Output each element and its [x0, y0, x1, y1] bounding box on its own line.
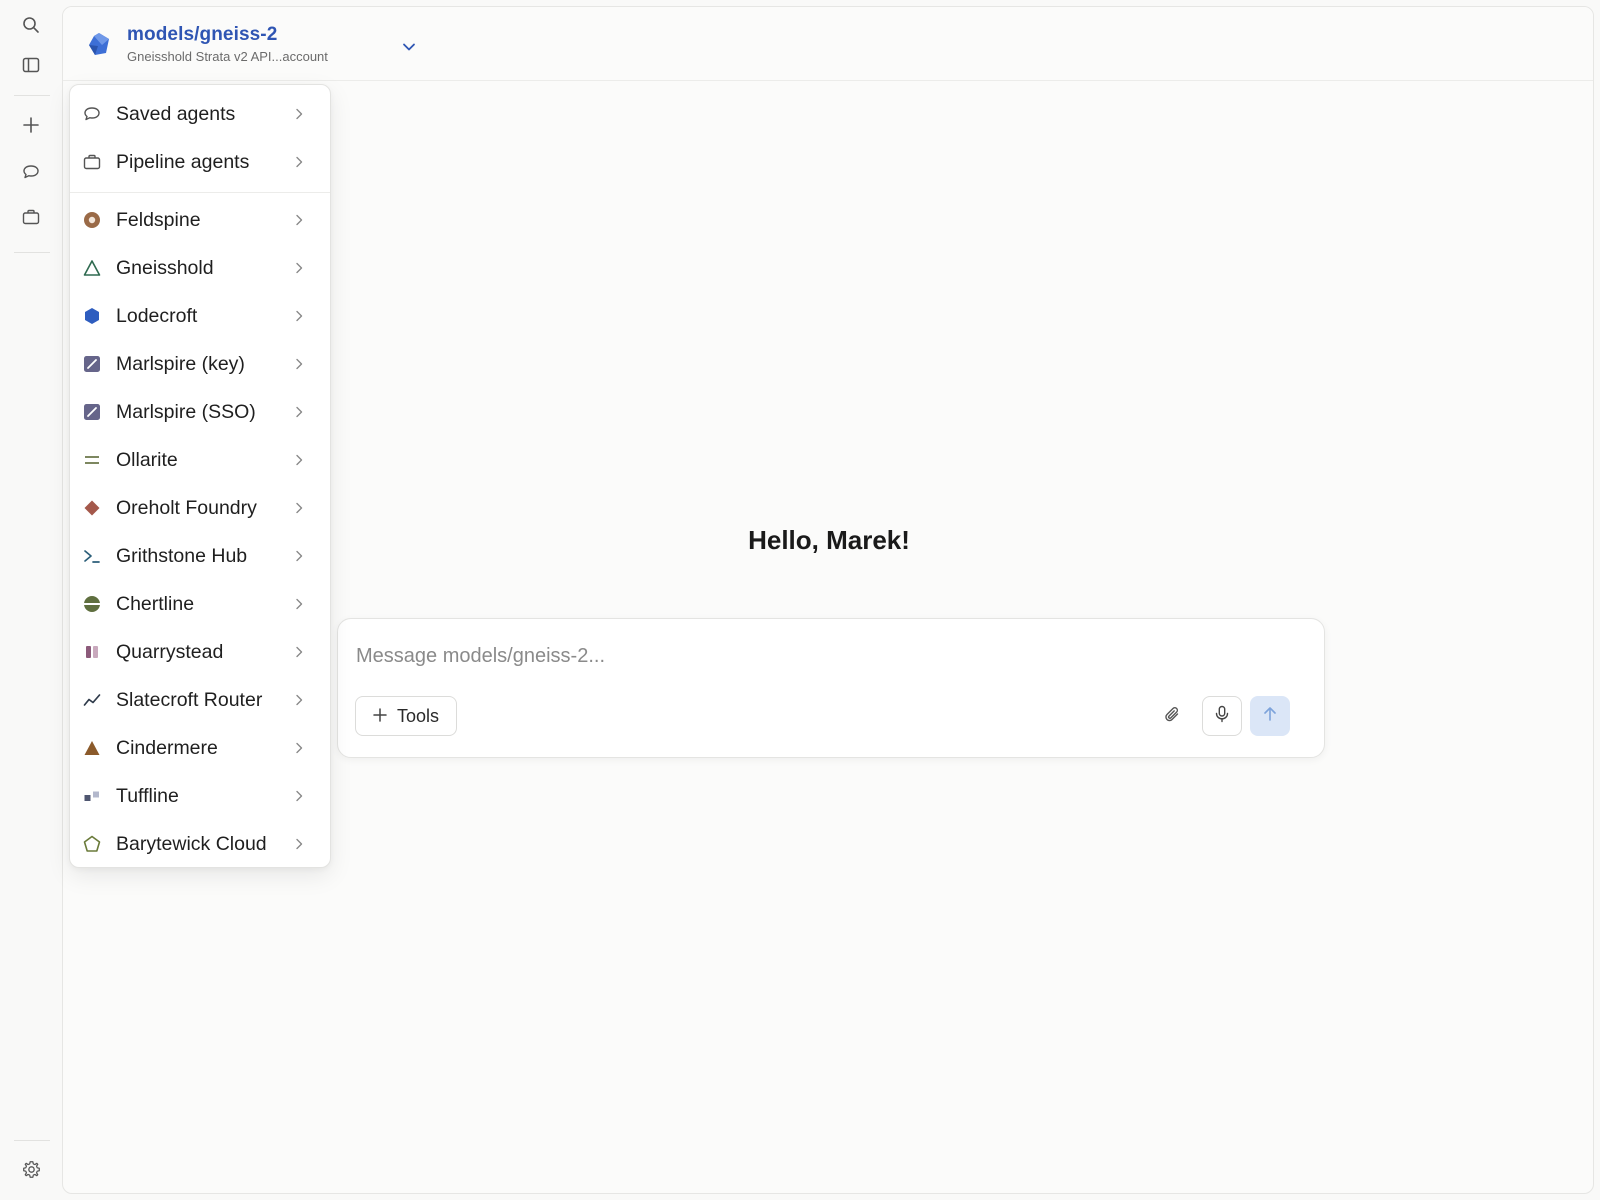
- send-button[interactable]: [1250, 696, 1290, 736]
- chevron-right-icon: [292, 212, 306, 228]
- search-icon: [22, 16, 40, 39]
- model-selector[interactable]: models/gneiss-2 Gneisshold Strata v2 API…: [85, 19, 415, 69]
- briefcase-icon: [22, 208, 40, 231]
- pentagon-icon: [82, 834, 102, 854]
- hexagon-icon: [82, 306, 102, 326]
- menu-item-label: Marlspire (key): [116, 352, 245, 375]
- menu-item-gneisshold[interactable]: Gneisshold: [70, 246, 330, 290]
- chevron-right-icon: [292, 106, 306, 122]
- double-bar-icon: [82, 642, 102, 662]
- chat-bubble-icon: [22, 163, 40, 186]
- terminal-icon: [82, 546, 102, 566]
- chevron-right-icon: [292, 548, 306, 564]
- menu-item-label: Feldspine: [116, 208, 201, 231]
- microphone-button[interactable]: [1202, 696, 1242, 736]
- chevron-right-icon: [292, 260, 306, 276]
- slash-square-icon: [82, 402, 102, 422]
- microphone-icon: [1213, 705, 1231, 728]
- menu-item-label: Oreholt Foundry: [116, 496, 257, 519]
- plus-icon: [22, 116, 40, 139]
- menu-item-label: Slatecroft Router: [116, 688, 263, 711]
- chevron-right-icon: [292, 644, 306, 660]
- chevron-right-icon: [292, 452, 306, 468]
- menu-item-label: Lodecroft: [116, 304, 198, 327]
- chevron-right-icon: [292, 836, 306, 852]
- rail-divider: [14, 252, 50, 253]
- menu-item-oreholt-foundry[interactable]: Oreholt Foundry: [70, 486, 330, 530]
- triangle-filled-icon: [82, 738, 102, 758]
- chevron-right-icon: [292, 740, 306, 756]
- new-chat-button[interactable]: [14, 110, 48, 144]
- ring-dot-icon: [82, 210, 102, 230]
- menu-item-marlspire-key[interactable]: Marlspire (key): [70, 342, 330, 386]
- menu-divider: [70, 192, 330, 193]
- chevron-right-icon: [292, 500, 306, 516]
- slash-square-icon: [82, 354, 102, 374]
- split-circle-icon: [82, 594, 102, 614]
- model-dropdown-menu: Saved agents Pipeline agents Feldspine G…: [69, 84, 331, 868]
- squares-icon: [82, 786, 102, 806]
- menu-item-lodecroft[interactable]: Lodecroft: [70, 294, 330, 338]
- menu-item-ollarite[interactable]: Ollarite: [70, 438, 330, 482]
- menu-item-label: Cindermere: [116, 736, 218, 759]
- chevron-right-icon: [292, 308, 306, 324]
- equals-icon: [82, 450, 102, 470]
- rail-divider: [14, 1140, 50, 1141]
- paperclip-icon: [1163, 705, 1183, 730]
- model-subtitle: Gneisshold Strata v2 API...account: [127, 49, 328, 64]
- menu-item-label: Barytewick Cloud: [116, 832, 267, 855]
- briefcase-icon: [82, 152, 102, 172]
- chat-bubble-icon: [82, 104, 102, 124]
- plus-icon: [373, 706, 387, 727]
- message-composer: Tools: [337, 618, 1325, 758]
- menu-item-barytewick-cloud[interactable]: Barytewick Cloud: [70, 822, 330, 866]
- chevron-right-icon: [292, 788, 306, 804]
- diamond-icon: [82, 498, 102, 518]
- chats-button[interactable]: [14, 157, 48, 191]
- model-logo-icon: [85, 30, 113, 58]
- menu-item-label: Quarrystead: [116, 640, 224, 663]
- chevron-right-icon: [292, 404, 306, 420]
- model-name: models/gneiss-2: [127, 24, 278, 45]
- menu-item-chertline[interactable]: Chertline: [70, 582, 330, 626]
- menu-item-slatecroft-router[interactable]: Slatecroft Router: [70, 678, 330, 722]
- tools-button[interactable]: Tools: [355, 696, 457, 736]
- tools-label: Tools: [396, 705, 440, 726]
- menu-item-label: Marlspire (SSO): [116, 400, 256, 423]
- chevron-right-icon: [292, 596, 306, 612]
- menu-item-label: Chertline: [116, 592, 195, 615]
- menu-item-quarrystead[interactable]: Quarrystead: [70, 630, 330, 674]
- menu-item-marlspire-sso[interactable]: Marlspire (SSO): [70, 390, 330, 434]
- chevron-down-icon[interactable]: [401, 39, 417, 55]
- menu-item-label: Ollarite: [116, 448, 178, 471]
- arrow-up-icon: [1262, 706, 1278, 727]
- menu-item-tuffline[interactable]: Tuffline: [70, 774, 330, 818]
- left-rail: [0, 0, 62, 1200]
- attach-button[interactable]: [1158, 702, 1188, 732]
- menu-item-label: Saved agents: [116, 102, 236, 125]
- search-button[interactable]: [14, 10, 48, 44]
- menu-item-feldspine[interactable]: Feldspine: [70, 198, 330, 242]
- menu-item-label: Gneisshold: [116, 256, 214, 279]
- menu-item-grithstone-hub[interactable]: Grithstone Hub: [70, 534, 330, 578]
- menu-item-label: Grithstone Hub: [116, 544, 248, 567]
- message-input[interactable]: [354, 639, 1294, 673]
- gear-icon: [22, 1160, 41, 1184]
- sidebar-toggle-icon: [22, 56, 40, 79]
- toggle-sidebar-button[interactable]: [14, 50, 48, 84]
- chevron-right-icon: [292, 692, 306, 708]
- rail-divider: [14, 95, 50, 96]
- menu-item-saved-agents[interactable]: Saved agents: [70, 92, 330, 136]
- menu-item-pipeline-agents[interactable]: Pipeline agents: [70, 140, 330, 184]
- main-header: models/gneiss-2 Gneisshold Strata v2 API…: [63, 7, 1593, 81]
- menu-item-label: Pipeline agents: [116, 150, 250, 173]
- menu-item-label: Tuffline: [116, 784, 179, 807]
- triangle-outline-icon: [82, 258, 102, 278]
- menu-item-cindermere[interactable]: Cindermere: [70, 726, 330, 770]
- settings-button[interactable]: [14, 1155, 48, 1189]
- workspace-button[interactable]: [14, 202, 48, 236]
- chevron-right-icon: [292, 154, 306, 170]
- chevron-right-icon: [292, 356, 306, 372]
- trend-line-icon: [82, 690, 102, 710]
